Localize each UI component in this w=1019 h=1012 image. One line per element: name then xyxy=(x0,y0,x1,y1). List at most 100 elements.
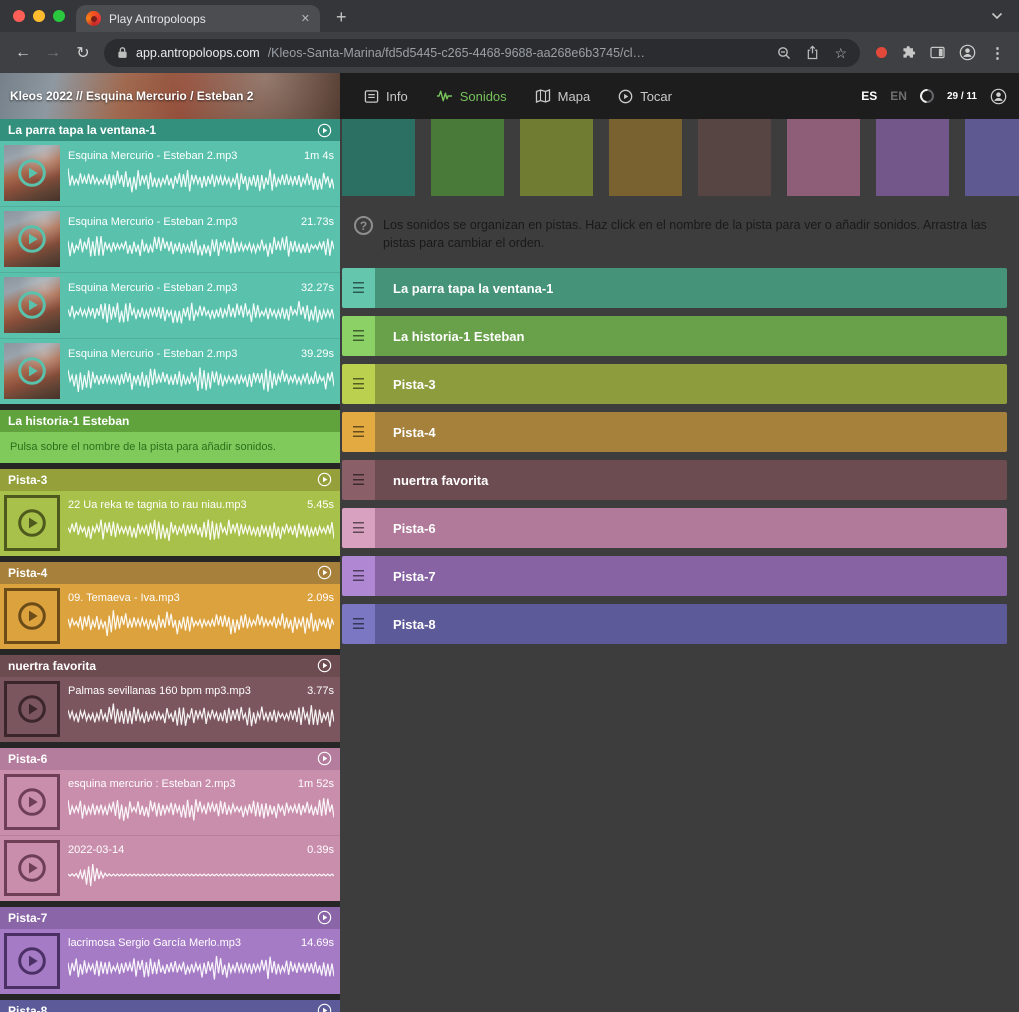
tab-search-chevron-icon[interactable] xyxy=(991,12,1003,20)
track-header[interactable]: La historia-1 Esteban xyxy=(0,410,340,432)
drag-handle[interactable]: ☰ xyxy=(342,508,375,548)
language-es-button[interactable]: ES xyxy=(861,89,877,103)
audio-clip[interactable]: 2022-03-140.39s xyxy=(0,835,340,901)
drag-handle[interactable]: ☰ xyxy=(342,316,375,356)
track-swatch-2[interactable] xyxy=(431,119,504,196)
app-content: La parra tapa la ventana-1Esquina Mercur… xyxy=(0,119,1019,1012)
drag-handle[interactable]: ☰ xyxy=(342,460,375,500)
track-row-7[interactable]: ☰Pista-7 xyxy=(342,556,1007,596)
tab-close-icon[interactable]: ✕ xyxy=(301,12,310,25)
nav-tab-info[interactable]: Info xyxy=(364,89,408,104)
clip-thumbnail-photo[interactable] xyxy=(4,211,60,267)
account-icon[interactable] xyxy=(990,88,1007,105)
audio-clip[interactable]: Esquina Mercurio - Esteban 2.mp332.27s xyxy=(0,272,340,338)
clip-play-button[interactable] xyxy=(4,588,60,644)
clip-name: Esquina Mercurio - Esteban 2.mp3 xyxy=(68,216,237,228)
track-header[interactable]: Pista-8 xyxy=(0,1000,340,1012)
address-bar[interactable]: app.antropoloops.com /Kleos-Santa-Marina… xyxy=(104,39,860,67)
track-play-button[interactable] xyxy=(317,658,332,673)
drag-handle-icon: ☰ xyxy=(352,425,365,440)
track-play-button[interactable] xyxy=(317,1003,332,1012)
nav-tab-mapa[interactable]: Mapa xyxy=(535,89,591,104)
clip-thumbnail-photo[interactable] xyxy=(4,277,60,333)
track-row-2[interactable]: ☰ La historia-1 Esteban xyxy=(342,316,1007,356)
back-button[interactable]: ← xyxy=(8,44,38,62)
recording-extension-icon[interactable] xyxy=(876,47,887,58)
browser-menu-icon[interactable]: ⋮ xyxy=(990,44,1005,62)
clip-play-button[interactable] xyxy=(4,681,60,737)
track-swatch-7[interactable] xyxy=(876,119,949,196)
track-row-bar[interactable]: Pista-3 xyxy=(375,364,1007,404)
track-swatch-4[interactable] xyxy=(609,119,682,196)
track-swatch-6[interactable] xyxy=(787,119,860,196)
track-row-bar[interactable]: Pista-7 xyxy=(375,556,1007,596)
clip-play-button[interactable] xyxy=(4,840,60,896)
track-header[interactable]: Pista-7 xyxy=(0,907,340,929)
track-row-4[interactable]: ☰ Pista-4 xyxy=(342,412,1007,452)
minimize-window-button[interactable] xyxy=(33,10,45,22)
track-row-bar[interactable]: La historia-1 Esteban xyxy=(375,316,1007,356)
reload-button[interactable]: ↻ xyxy=(68,43,98,63)
extensions-puzzle-icon[interactable] xyxy=(901,45,916,60)
nav-tab-sonidos[interactable]: Sonidos xyxy=(436,89,507,104)
track-row-bar[interactable]: Pista-6 xyxy=(375,508,1007,548)
clip-thumbnail-photo[interactable] xyxy=(4,145,60,201)
audio-clip[interactable]: Esquina Mercurio - Esteban 2.mp339.29s xyxy=(0,338,340,404)
drag-handle-icon: ☰ xyxy=(352,521,365,536)
side-panel-icon[interactable] xyxy=(930,46,945,59)
track-play-button[interactable] xyxy=(317,751,332,766)
track-row-bar[interactable]: nuertra favorita xyxy=(375,460,1007,500)
track-play-button[interactable] xyxy=(317,472,332,487)
bookmark-star-icon[interactable]: ☆ xyxy=(834,46,847,60)
track-row-1[interactable]: ☰La parra tapa la ventana-1 xyxy=(342,268,1007,308)
track-row-bar[interactable]: La parra tapa la ventana-1 xyxy=(375,268,1007,308)
share-icon[interactable] xyxy=(806,45,819,60)
forward-button[interactable]: → xyxy=(38,44,68,62)
drag-handle[interactable]: ☰ xyxy=(342,556,375,596)
track-row-5[interactable]: ☰nuertra favorita xyxy=(342,460,1007,500)
project-title-banner[interactable]: Kleos 2022 // Esquina Mercurio / Esteban… xyxy=(0,73,340,119)
track-header[interactable]: Pista-6 xyxy=(0,748,340,770)
audio-clip[interactable]: esquina mercurio : Esteban 2.mp31m 52s xyxy=(0,770,340,835)
new-tab-button[interactable]: + xyxy=(336,8,347,26)
track-header[interactable]: Pista-4 xyxy=(0,562,340,584)
track-swatch-5[interactable] xyxy=(698,119,771,196)
clip-play-button[interactable] xyxy=(4,495,60,551)
audio-clip[interactable]: 09. Temaeva - Iva.mp32.09s xyxy=(0,584,340,649)
profile-avatar-icon[interactable] xyxy=(959,44,976,61)
audio-clip[interactable]: Palmas sevillanas 160 bpm mp3.mp33.77s xyxy=(0,677,340,742)
maximize-window-button[interactable] xyxy=(53,10,65,22)
drag-handle[interactable]: ☰ xyxy=(342,268,375,308)
track-play-button[interactable] xyxy=(317,123,332,138)
track-header[interactable]: nuertra favorita xyxy=(0,655,340,677)
audio-clip[interactable]: Esquina Mercurio - Esteban 2.mp31m 4s xyxy=(0,141,340,206)
track-row-bar[interactable]: Pista-8 xyxy=(375,604,1007,644)
track-row-label: La historia-1 Esteban xyxy=(393,329,524,344)
track-row-8[interactable]: ☰Pista-8 xyxy=(342,604,1007,644)
track-swatch-3[interactable] xyxy=(520,119,593,196)
clip-play-button[interactable] xyxy=(4,774,60,830)
track-row-bar[interactable]: Pista-4 xyxy=(375,412,1007,452)
drag-handle[interactable]: ☰ xyxy=(342,412,375,452)
clip-duration: 1m 4s xyxy=(304,150,334,162)
audio-clip[interactable]: 22 Ua reka te tagnia to rau niau.mp35.45… xyxy=(0,491,340,556)
track-row-6[interactable]: ☰ Pista-6 xyxy=(342,508,1007,548)
drag-handle[interactable]: ☰ xyxy=(342,364,375,404)
drag-handle[interactable]: ☰ xyxy=(342,604,375,644)
language-en-button[interactable]: EN xyxy=(890,89,907,103)
track-header[interactable]: La parra tapa la ventana-1 xyxy=(0,119,340,141)
track-play-button[interactable] xyxy=(317,565,332,580)
track-play-button[interactable] xyxy=(317,910,332,925)
close-window-button[interactable] xyxy=(13,10,25,22)
clip-thumbnail-photo[interactable] xyxy=(4,343,60,399)
zoom-icon[interactable] xyxy=(777,46,791,60)
audio-clip[interactable]: Esquina Mercurio - Esteban 2.mp321.73s xyxy=(0,206,340,272)
browser-tab[interactable]: Play Antropoloops ✕ xyxy=(76,5,320,32)
track-swatch-1[interactable] xyxy=(342,119,415,196)
track-header[interactable]: Pista-3 xyxy=(0,469,340,491)
nav-tab-tocar[interactable]: Tocar xyxy=(618,89,672,104)
track-row-3[interactable]: ☰Pista-3 xyxy=(342,364,1007,404)
track-swatch-8[interactable] xyxy=(965,119,1019,196)
audio-clip[interactable]: lacrimosa Sergio García Merlo.mp314.69s xyxy=(0,929,340,994)
clip-play-button[interactable] xyxy=(4,933,60,989)
